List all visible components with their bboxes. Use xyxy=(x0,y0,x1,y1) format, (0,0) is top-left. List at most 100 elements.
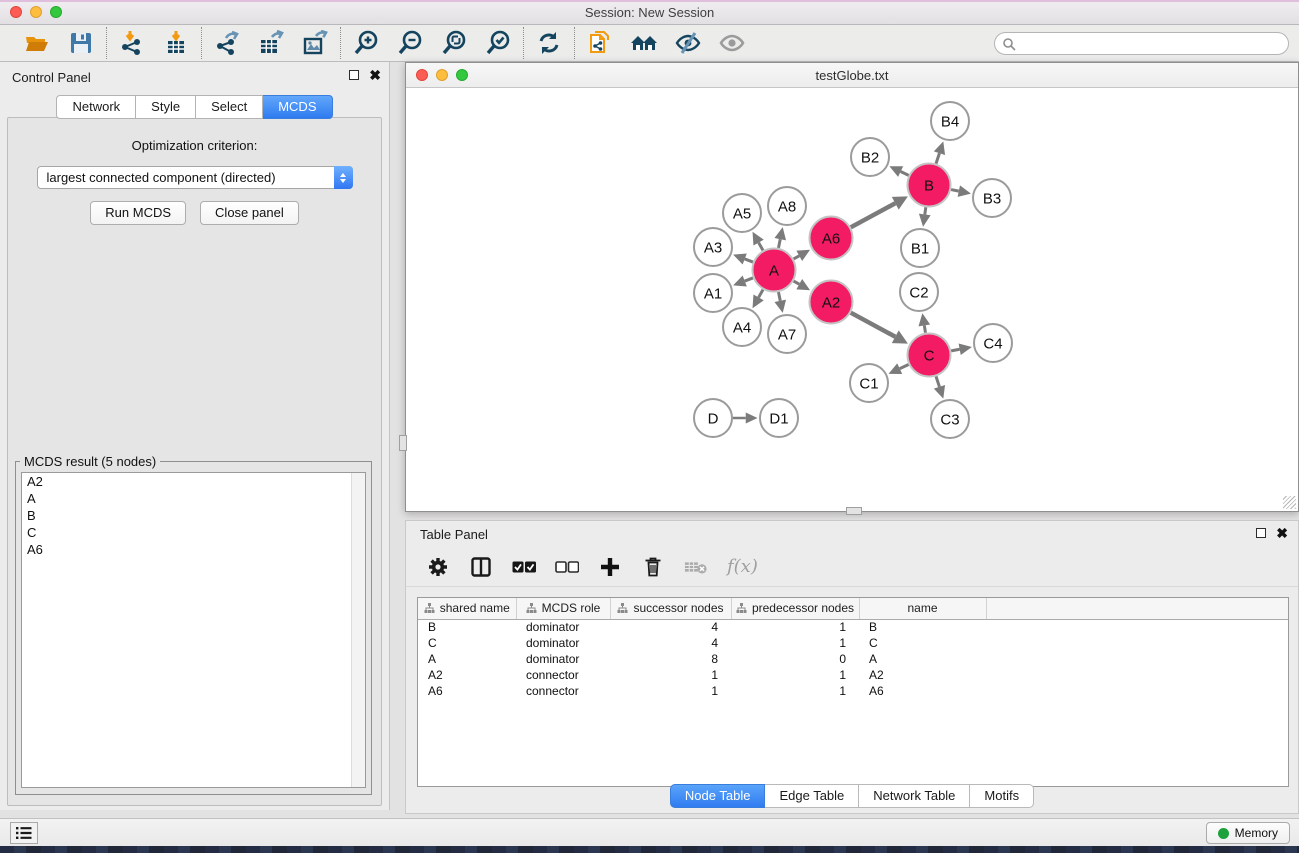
tab-style[interactable]: Style xyxy=(136,95,196,119)
table-row[interactable]: A6connector11A6 xyxy=(418,683,1288,699)
table-cell[interactable]: 1 xyxy=(610,667,731,683)
column-view-icon[interactable] xyxy=(469,555,493,579)
table-row[interactable]: Cdominator41C xyxy=(418,635,1288,651)
save-session-icon[interactable] xyxy=(66,28,96,58)
session-home-icon[interactable] xyxy=(629,28,659,58)
edge-C-C4[interactable] xyxy=(951,349,960,351)
network-window-titlebar[interactable]: testGlobe.txt xyxy=(406,63,1298,88)
table-cell[interactable]: A2 xyxy=(418,667,516,683)
table-cell[interactable]: 1 xyxy=(731,683,859,699)
edge-A-A4[interactable] xyxy=(759,290,763,298)
deselect-all-checks-icon[interactable] xyxy=(555,555,579,579)
graph-node-A2[interactable]: A2 xyxy=(810,281,853,324)
result-item[interactable]: A xyxy=(22,490,365,507)
optimization-criterion-dropdown[interactable]: largest connected component (directed) xyxy=(37,166,353,189)
tab-select[interactable]: Select xyxy=(196,95,263,119)
table-cell[interactable]: A xyxy=(859,651,986,667)
table-cell[interactable]: dominator xyxy=(516,619,610,635)
add-row-icon[interactable] xyxy=(598,555,622,579)
edge-A-A5[interactable] xyxy=(759,243,763,251)
graph-node-C2[interactable]: C2 xyxy=(900,273,938,311)
edge-A6-B[interactable] xyxy=(851,203,895,227)
birdseye-handle-left[interactable] xyxy=(399,435,407,451)
graph-node-B[interactable]: B xyxy=(908,164,951,207)
select-all-checks-icon[interactable] xyxy=(512,555,536,579)
result-item[interactable]: A6 xyxy=(22,541,365,558)
edge-C-C3[interactable] xyxy=(936,376,939,386)
memory-button[interactable]: Memory xyxy=(1206,822,1290,844)
graph-node-A3[interactable]: A3 xyxy=(694,228,732,266)
table-cell[interactable]: 4 xyxy=(610,635,731,651)
edge-A-A2[interactable] xyxy=(794,281,800,284)
table-cell[interactable]: C xyxy=(859,635,986,651)
table-row[interactable]: Bdominator41B xyxy=(418,619,1288,635)
table-cell[interactable]: 1 xyxy=(731,635,859,651)
table-cell[interactable]: 1 xyxy=(731,667,859,683)
table-cell[interactable]: connector xyxy=(516,667,610,683)
graph-node-B2[interactable]: B2 xyxy=(851,138,889,176)
graph-node-B3[interactable]: B3 xyxy=(973,179,1011,217)
settings-gear-icon[interactable] xyxy=(426,555,450,579)
graph-node-C[interactable]: C xyxy=(908,334,951,377)
graph-node-A7[interactable]: A7 xyxy=(768,315,806,353)
result-item[interactable]: A2 xyxy=(22,473,365,490)
table-cell[interactable]: 4 xyxy=(610,619,731,635)
export-network-icon[interactable] xyxy=(212,28,242,58)
tab-mcds[interactable]: MCDS xyxy=(263,95,332,119)
delete-row-trash-icon[interactable] xyxy=(641,555,665,579)
table-cell[interactable]: 0 xyxy=(731,651,859,667)
tab-edge-table[interactable]: Edge Table xyxy=(765,784,859,808)
table-cell[interactable]: A xyxy=(418,651,516,667)
edge-B-B4[interactable] xyxy=(936,153,939,163)
tab-network-table[interactable]: Network Table xyxy=(859,784,970,808)
table-row[interactable]: Adominator80A xyxy=(418,651,1288,667)
graph-node-A[interactable]: A xyxy=(753,249,796,292)
close-panel-icon[interactable]: ✖ xyxy=(369,69,381,81)
search-input[interactable] xyxy=(994,32,1289,55)
table-cell[interactable]: A2 xyxy=(859,667,986,683)
edge-A-A8[interactable] xyxy=(778,239,780,248)
table-cell[interactable]: 1 xyxy=(731,619,859,635)
export-image-icon[interactable] xyxy=(300,28,330,58)
column-header-predecessor-nodes[interactable]: predecessor nodes xyxy=(731,598,859,619)
edge-A-A1[interactable] xyxy=(745,278,753,281)
column-header-shared-name[interactable]: shared name xyxy=(418,598,516,619)
edge-A-A6[interactable] xyxy=(794,256,800,259)
table-cell[interactable]: B xyxy=(859,619,986,635)
graph-node-C4[interactable]: C4 xyxy=(974,324,1012,362)
table-cell[interactable]: connector xyxy=(516,683,610,699)
table-cell[interactable]: 8 xyxy=(610,651,731,667)
table-cell[interactable]: 1 xyxy=(610,683,731,699)
result-item[interactable]: B xyxy=(22,507,365,524)
zoom-out-icon[interactable] xyxy=(395,28,425,58)
run-mcds-button[interactable]: Run MCDS xyxy=(90,201,186,225)
hide-panels-eye-icon[interactable] xyxy=(673,28,703,58)
task-history-button[interactable] xyxy=(10,822,38,844)
duplicate-network-icon[interactable] xyxy=(585,28,615,58)
result-scrollbar[interactable] xyxy=(351,473,365,787)
table-cell[interactable]: dominator xyxy=(516,635,610,651)
import-table-icon[interactable] xyxy=(161,28,191,58)
graph-node-D[interactable]: D xyxy=(694,399,732,437)
edge-A-A7[interactable] xyxy=(778,292,780,301)
graph-node-B4[interactable]: B4 xyxy=(931,102,969,140)
table-row[interactable]: A2connector11A2 xyxy=(418,667,1288,683)
column-header-successor-nodes[interactable]: successor nodes xyxy=(610,598,731,619)
graph-node-D1[interactable]: D1 xyxy=(760,399,798,437)
close-panel-button[interactable]: Close panel xyxy=(200,201,299,225)
table-cell[interactable]: dominator xyxy=(516,651,610,667)
graph-node-A1[interactable]: A1 xyxy=(694,274,732,312)
graph-node-C1[interactable]: C1 xyxy=(850,364,888,402)
table-cell[interactable]: B xyxy=(418,619,516,635)
table-cell[interactable]: A6 xyxy=(859,683,986,699)
table-cell[interactable]: A6 xyxy=(418,683,516,699)
export-table-icon[interactable] xyxy=(256,28,286,58)
column-header-name[interactable]: name xyxy=(859,598,986,619)
edge-B-B3[interactable] xyxy=(951,190,959,192)
show-graphics-details-eye-icon[interactable] xyxy=(717,28,747,58)
edge-A-A3[interactable] xyxy=(745,259,753,262)
close-table-panel-icon[interactable]: ✖ xyxy=(1276,527,1288,539)
edge-B-B1[interactable] xyxy=(925,207,926,214)
graph-node-A8[interactable]: A8 xyxy=(768,187,806,225)
birdseye-handle-bottom[interactable] xyxy=(846,507,862,515)
